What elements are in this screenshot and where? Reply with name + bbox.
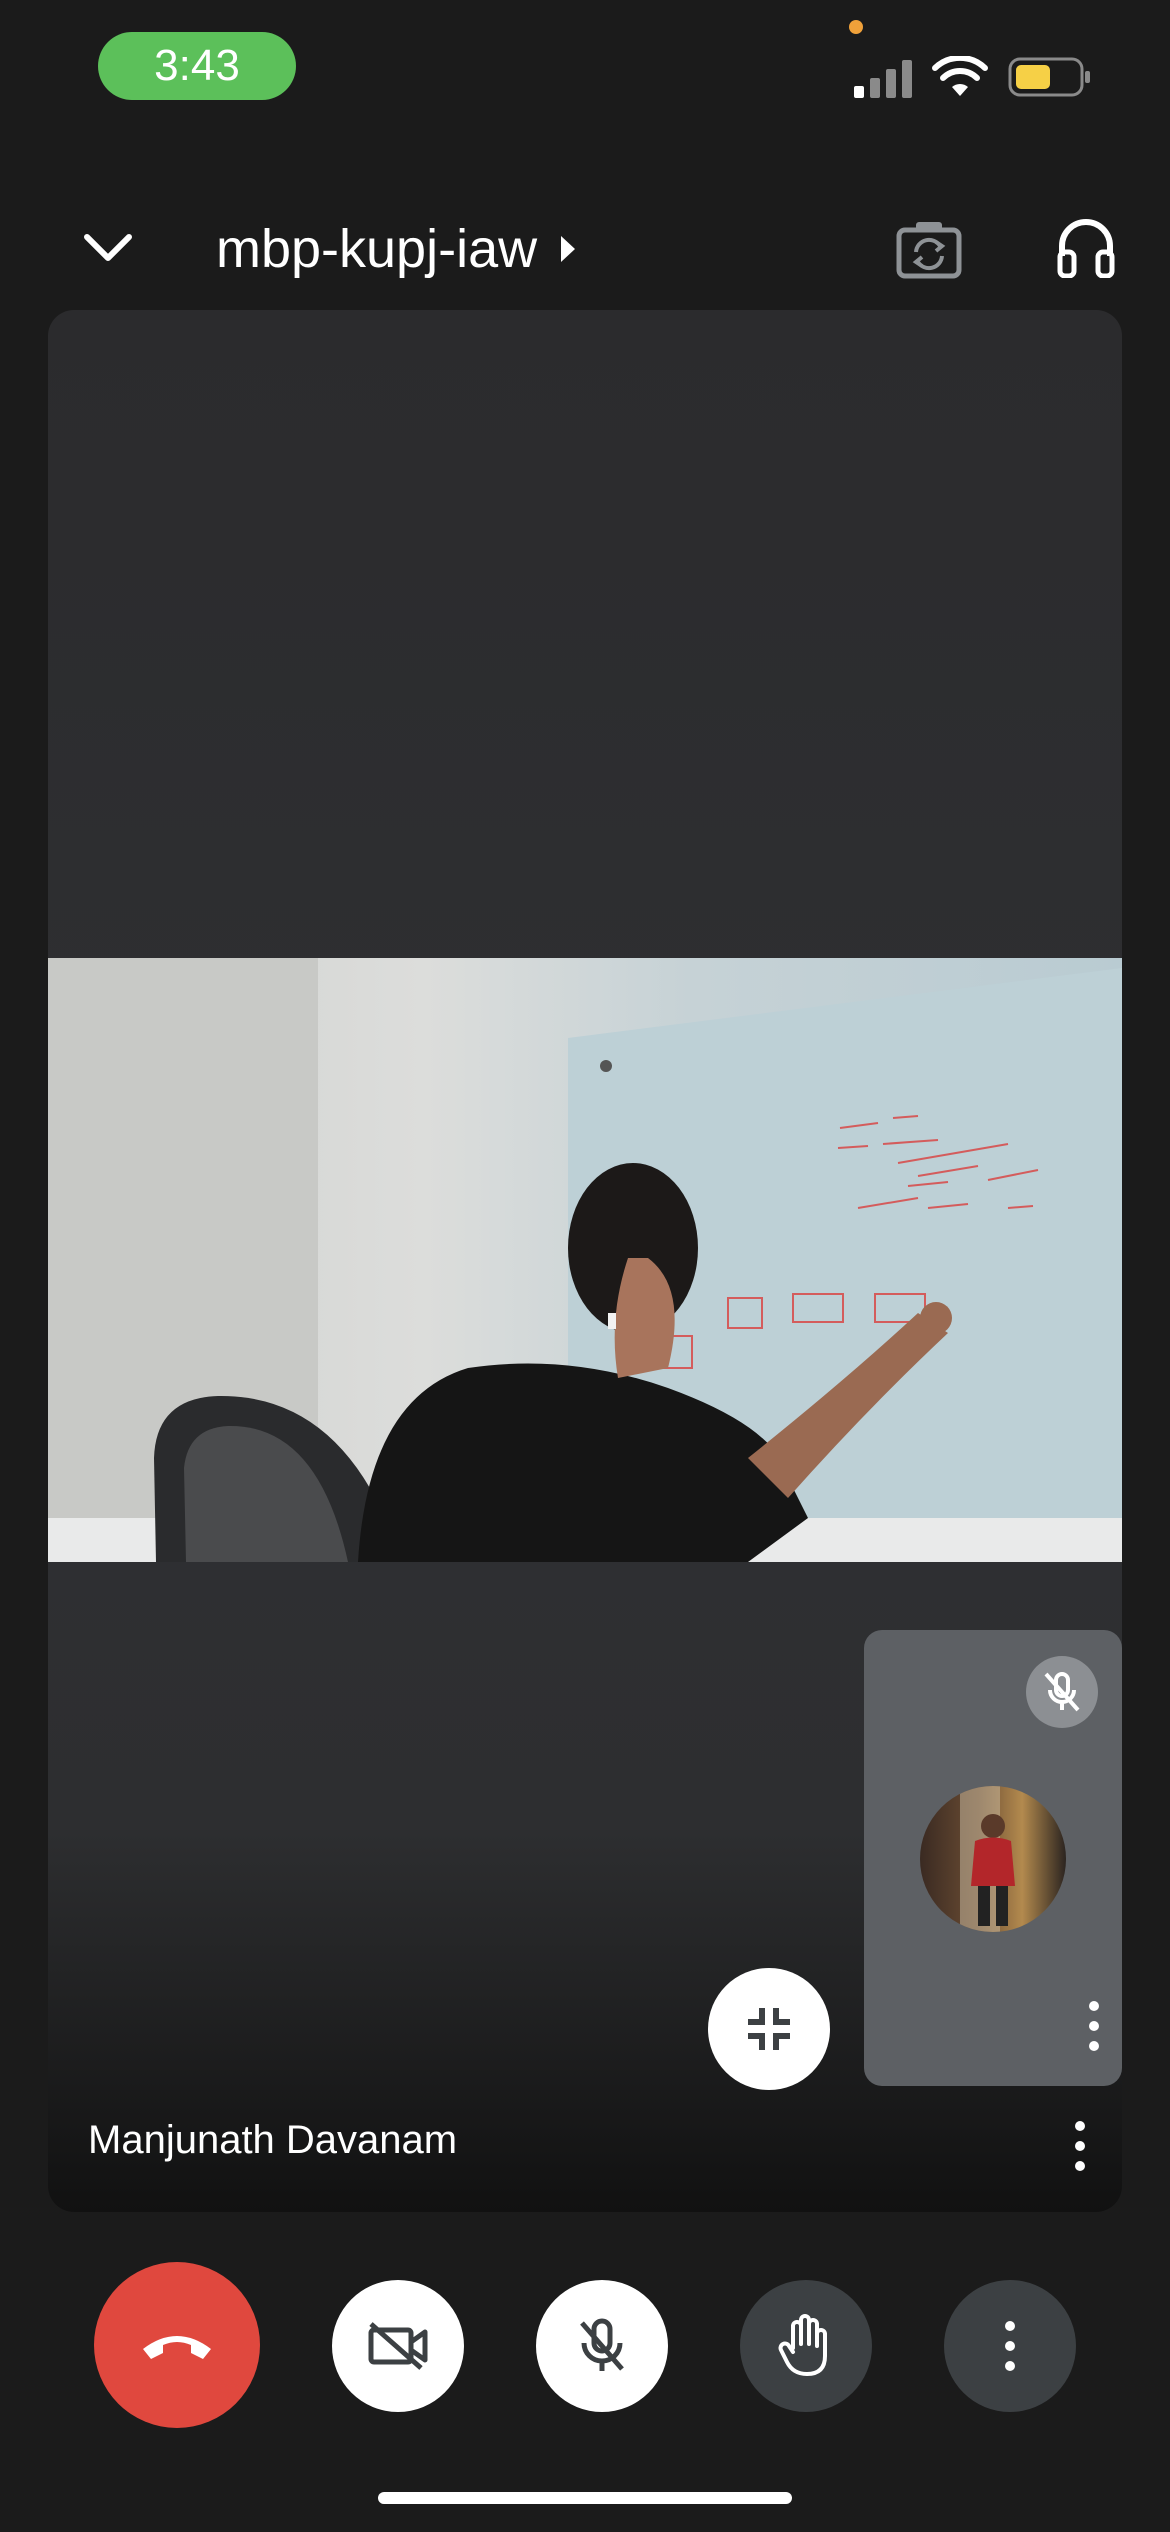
phone-hangup-icon (143, 2336, 211, 2359)
mic-off-icon (580, 2318, 624, 2371)
wifi-icon (932, 56, 988, 96)
status-time: 3:43 (98, 32, 296, 100)
participant-name: Manjunath Davanam (88, 2118, 458, 2162)
camera-switch-icon[interactable] (896, 218, 962, 280)
minimize-icon (748, 2008, 790, 2050)
mic-off-icon (1044, 1672, 1080, 1712)
more-options-button[interactable] (944, 2280, 1076, 2412)
privacy-indicator (849, 20, 863, 34)
meeting-code: mbp-kupj-iaw (216, 219, 538, 279)
signal-icon (854, 60, 912, 98)
camera-off-icon (368, 2322, 428, 2370)
more-vertical-icon (1005, 2321, 1015, 2371)
more-vertical-icon[interactable] (1072, 2120, 1088, 2172)
self-view-tile[interactable] (864, 1630, 1122, 2086)
participant-video (48, 958, 1122, 1562)
home-indicator[interactable] (378, 2492, 792, 2504)
more-vertical-icon[interactable] (1086, 2000, 1102, 2052)
video-frame (48, 958, 1122, 1562)
raise-hand-button[interactable] (740, 2280, 872, 2412)
avatar-photo (960, 1786, 1015, 1932)
minimize-button[interactable] (708, 1968, 830, 2090)
camera-off-button[interactable] (332, 2280, 464, 2412)
battery-icon (1008, 57, 1090, 97)
end-call-button[interactable] (94, 2262, 260, 2428)
chevron-right-icon (561, 236, 576, 262)
meeting-title[interactable]: mbp-kupj-iaw (216, 218, 577, 280)
chevron-down-icon[interactable] (82, 228, 134, 268)
mic-off-button[interactable] (536, 2280, 668, 2412)
hand-icon (778, 2314, 827, 2376)
headphones-icon[interactable] (1054, 214, 1118, 278)
avatar (920, 1786, 1066, 1932)
self-mic-status (1026, 1656, 1098, 1728)
